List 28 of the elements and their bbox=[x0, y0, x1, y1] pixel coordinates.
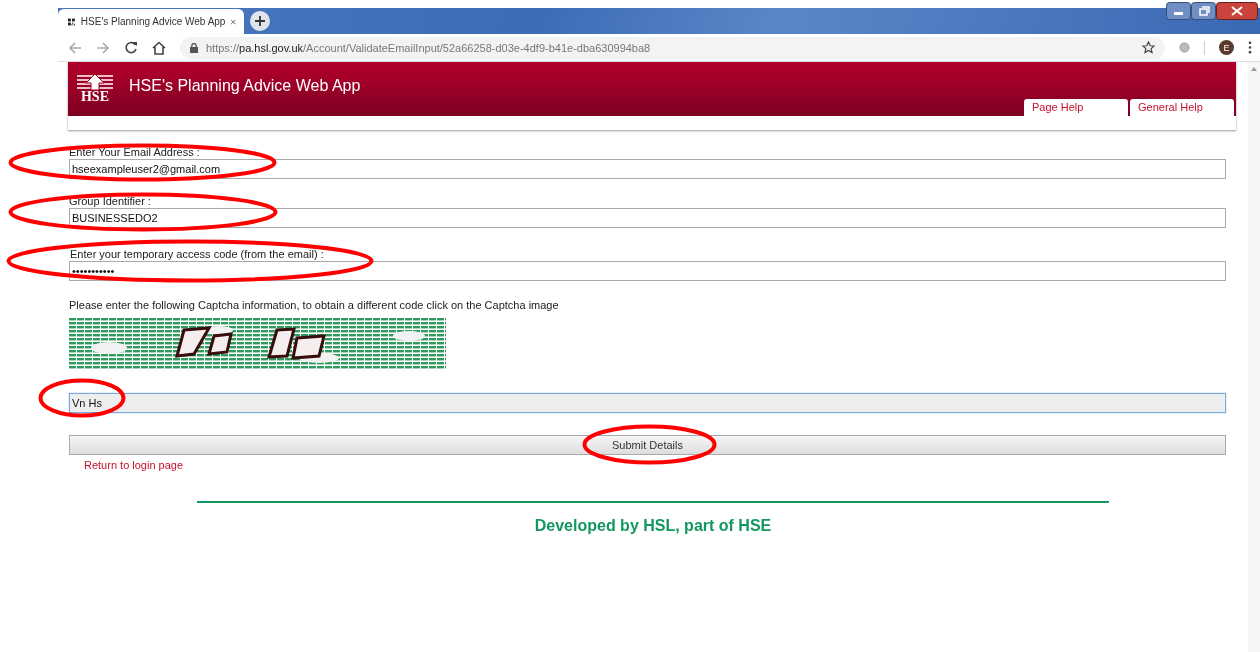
help-tab[interactable]: General Help bbox=[1130, 99, 1234, 116]
footer-text: Developed by HSL, part of HSE bbox=[533, 517, 773, 535]
field-label: Enter your temporary access code (from the email) : bbox=[69, 248, 325, 261]
submit-button[interactable]: Submit Details bbox=[69, 435, 1226, 455]
app-title: HSE's Planning Advice Web App bbox=[129, 77, 361, 95]
captcha-instruction: Please enter the following Captcha information, to obtain a different code click on the Captcha image bbox=[69, 299, 559, 311]
captcha-field[interactable]: Vn Hs bbox=[69, 393, 1226, 413]
input-field[interactable]: hseexampleuser2@gmail.com bbox=[69, 159, 1226, 179]
browser-tab[interactable]: HSE's Planning Advice Web App bbox=[58, 9, 244, 34]
input-field[interactable]: ••••••••••• bbox=[69, 261, 1226, 281]
star-icon[interactable] bbox=[1142, 41, 1155, 54]
login-link[interactable]: Return to login page bbox=[84, 459, 184, 471]
input-field[interactable]: BUSINESSEDO2 bbox=[69, 208, 1226, 228]
lock-icon bbox=[190, 42, 198, 53]
url-text: https://pa.hsl.gov.uk/Account/ValidateEmailInput/52a66258-d03e-4df9-b41e-dba630994ba8 bbox=[206, 41, 652, 54]
help-tab[interactable]: Page Help bbox=[1024, 99, 1128, 116]
minimize-icon[interactable] bbox=[1166, 2, 1191, 20]
restore-icon[interactable] bbox=[1191, 2, 1216, 20]
profile-avatar[interactable]: E bbox=[1219, 40, 1234, 55]
logo-icon bbox=[77, 74, 113, 90]
close-icon[interactable] bbox=[1216, 2, 1258, 20]
logo-text: HSE bbox=[81, 90, 109, 104]
new-tab-icon[interactable] bbox=[250, 11, 270, 31]
address-bar[interactable]: https://pa.hsl.gov.uk/Account/ValidateEmailInput/52a66258-d03e-4df9-b41e-dba630994ba8 bbox=[180, 36, 1165, 59]
menu-icon[interactable] bbox=[1248, 41, 1252, 54]
tab-title: HSE's Planning Advice Web App bbox=[80, 16, 226, 27]
reload-icon[interactable] bbox=[124, 40, 138, 55]
home-icon[interactable] bbox=[152, 40, 166, 55]
